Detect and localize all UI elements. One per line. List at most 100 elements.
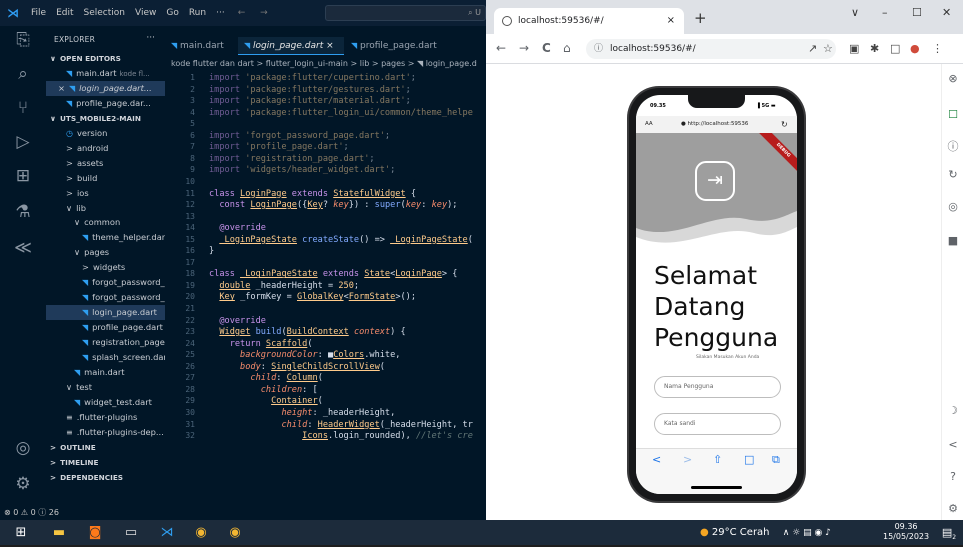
tray-icons[interactable]: ∧ ☼ ▤ ◉ ♪	[783, 528, 831, 538]
menu-selection[interactable]: Selection	[79, 8, 130, 18]
browser-tab[interactable]: localhost:59536/#/ ×	[494, 8, 684, 34]
tab-main-dart[interactable]: ◥ main.dart	[165, 37, 237, 55]
password-input[interactable]: Kata sandi	[654, 413, 781, 435]
profile-avatar-icon[interactable]: ●	[910, 42, 920, 55]
tree-file[interactable]: ◥ forgot_password_...	[46, 290, 165, 305]
tab-close-icon[interactable]: ×	[326, 41, 334, 51]
safari-forward-icon[interactable]: >	[683, 453, 692, 466]
tree-file[interactable]: ◥ profile_page.dar...	[46, 96, 165, 111]
tree-folder[interactable]: > assets	[46, 156, 165, 171]
tree-file[interactable]: ◥ widget_test.dart	[46, 395, 165, 410]
dark-mode-icon[interactable]: ☽	[942, 404, 963, 417]
explorer-files-icon[interactable]: ⎘	[0, 30, 46, 50]
share-nodes-icon[interactable]: <	[942, 438, 963, 451]
menu-edit[interactable]: Edit	[51, 8, 78, 18]
forward-arrow-icon[interactable]: →	[519, 41, 529, 55]
code-line[interactable]: children: [	[209, 385, 318, 395]
explorer-section[interactable]: ∨ OPEN EDITORS	[46, 51, 165, 66]
tree-file[interactable]: ◥ registration_page...	[46, 335, 165, 350]
windows-start-icon[interactable]: ⊞	[10, 523, 32, 542]
tab-profile-page-dart[interactable]: ◥ profile_page.dart	[345, 37, 445, 55]
code-line[interactable]: body: SingleChildScrollView(	[209, 362, 385, 372]
code-line[interactable]: Container(	[209, 396, 323, 406]
chrome-menu-icon[interactable]: ⋮	[932, 42, 943, 55]
reload-icon[interactable]: C	[542, 41, 551, 55]
menu-file[interactable]: File	[26, 8, 51, 18]
tree-file[interactable]: ≡ .flutter-plugins	[46, 410, 165, 425]
tree-file[interactable]: ◥ profile_page.dart	[46, 320, 165, 335]
tree-file[interactable]: ◷ version	[46, 126, 165, 141]
tree-file[interactable]: ◥ main.dart kode fl...	[46, 66, 165, 81]
code-line[interactable]: class _LoginPageState extends State<Logi…	[209, 269, 457, 279]
safari-reload-icon[interactable]: ↻	[781, 116, 788, 133]
code-line[interactable]: double _headerHeight = 250;	[209, 281, 359, 291]
chrome-taskbar-icon[interactable]: ◉	[190, 523, 212, 542]
tree-file[interactable]: ◥ splash_screen.dart	[46, 350, 165, 365]
close-window-icon[interactable]: ✕	[942, 6, 951, 19]
breadcrumb[interactable]: kode flutter dan dart > flutter_login_ui…	[165, 57, 486, 70]
tree-folder[interactable]: ∨ pages	[46, 245, 165, 260]
address-bar[interactable]: ⓘ localhost:59536/#/	[586, 39, 836, 59]
menu-go[interactable]: Go	[161, 8, 183, 18]
camera-icon[interactable]: ◎	[942, 200, 963, 213]
code-line[interactable]: import 'package:flutter/cupertino.dart';	[209, 73, 416, 83]
code-line[interactable]: Widget build(BuildContext context) {	[209, 327, 405, 337]
tree-file[interactable]: ◥ forgot_password_...	[46, 275, 165, 290]
tree-folder[interactable]: > ios	[46, 186, 165, 201]
status-bar[interactable]: ⊗ 0 ⚠ 0 ⓘ 26	[0, 506, 486, 520]
home-icon[interactable]: ⌂	[563, 41, 571, 55]
code-line[interactable]: import 'package:flutter_login_ui/common/…	[209, 108, 473, 118]
explorer-section[interactable]: > OUTLINE	[46, 440, 165, 455]
source-control-icon[interactable]: ⑂	[0, 98, 46, 118]
tree-file[interactable]: ◥ main.dart	[46, 365, 165, 380]
notification-icon[interactable]: ▤2	[938, 523, 960, 542]
app-orange-icon[interactable]: ◙	[84, 523, 106, 542]
new-badge-icon[interactable]: ☐	[942, 108, 963, 121]
code-line[interactable]: const LoginPage({Key? key}) : super(key:…	[209, 200, 457, 210]
code-line[interactable]: return Scaffold(	[209, 339, 313, 349]
extensions-puzzle-icon[interactable]: ✱	[870, 42, 879, 55]
testing-flask-icon[interactable]: ⚗	[0, 202, 46, 222]
code-line[interactable]: import 'package:flutter/material.dart';	[209, 96, 411, 106]
code-line[interactable]: Icons.login_rounded), //let's cre	[209, 431, 473, 441]
code-line[interactable]: height: _headerHeight,	[209, 408, 395, 418]
menu-run[interactable]: Run	[184, 8, 211, 18]
code-line[interactable]: child: Column(	[209, 373, 322, 383]
settings-gear-icon[interactable]: ⚙	[942, 502, 963, 515]
bookmark-star-icon[interactable]: ☆	[823, 42, 833, 55]
chrome-taskbar-icon-2[interactable]: ◉	[224, 523, 246, 542]
code-line[interactable]: import 'widgets/header_widget.dart';	[209, 165, 395, 175]
code-line[interactable]: backgroundColor: ■Colors.white,	[209, 350, 400, 360]
command-center-search[interactable]: ⌕ U	[325, 5, 486, 21]
back-arrow-icon[interactable]: ←	[496, 41, 506, 55]
settings-gear-icon[interactable]: ⚙	[0, 474, 46, 494]
tree-folder[interactable]: ∨ common	[46, 215, 165, 230]
tree-file[interactable]: × ◥ login_page.dart...	[46, 80, 165, 96]
tab-close-icon[interactable]: ×	[667, 8, 675, 34]
username-input[interactable]: Nama Pengguna	[654, 376, 781, 398]
info-icon[interactable]: ⓘ	[942, 138, 963, 154]
code-line[interactable]: }	[209, 246, 214, 256]
code-line[interactable]: import 'registration_page.dart';	[209, 154, 375, 164]
tree-file[interactable]: ≡ .flutter-plugins-dep...	[46, 425, 165, 440]
close-editor-icon[interactable]: ×	[58, 83, 65, 93]
new-tab-plus-icon[interactable]: +	[694, 9, 707, 27]
code-line[interactable]: Key _formKey = GlobalKey<FormState>();	[209, 292, 416, 302]
tree-file[interactable]: ◥ login_page.dart	[46, 305, 165, 321]
menu-view[interactable]: View	[130, 8, 161, 18]
nav-arrows-icon[interactable]: ← →	[238, 8, 274, 18]
tab-search-chevron-icon[interactable]: ∨	[851, 6, 859, 19]
safari-bookmarks-icon[interactable]: □	[744, 453, 754, 466]
minimize-icon[interactable]: –	[882, 6, 888, 19]
safari-aa-button[interactable]: AA	[645, 116, 653, 133]
terminal-icon[interactable]: ▭	[120, 523, 142, 542]
tab-login-page-dart[interactable]: ◥ login_page.dart ×	[238, 37, 344, 55]
site-info-icon[interactable]: ⓘ	[594, 39, 603, 59]
run-debug-icon[interactable]: ▷	[0, 132, 46, 152]
safari-address-bar[interactable]: AA ● http://localhost:59536 ↻	[636, 116, 797, 133]
extensions-icon[interactable]: ⊞	[0, 166, 46, 186]
tree-folder[interactable]: > android	[46, 141, 165, 156]
tree-folder[interactable]: ∨ test	[46, 380, 165, 395]
taskbar-clock[interactable]: 09.36 15/05/2023	[883, 522, 929, 542]
search-icon[interactable]: ⌕	[0, 64, 46, 84]
